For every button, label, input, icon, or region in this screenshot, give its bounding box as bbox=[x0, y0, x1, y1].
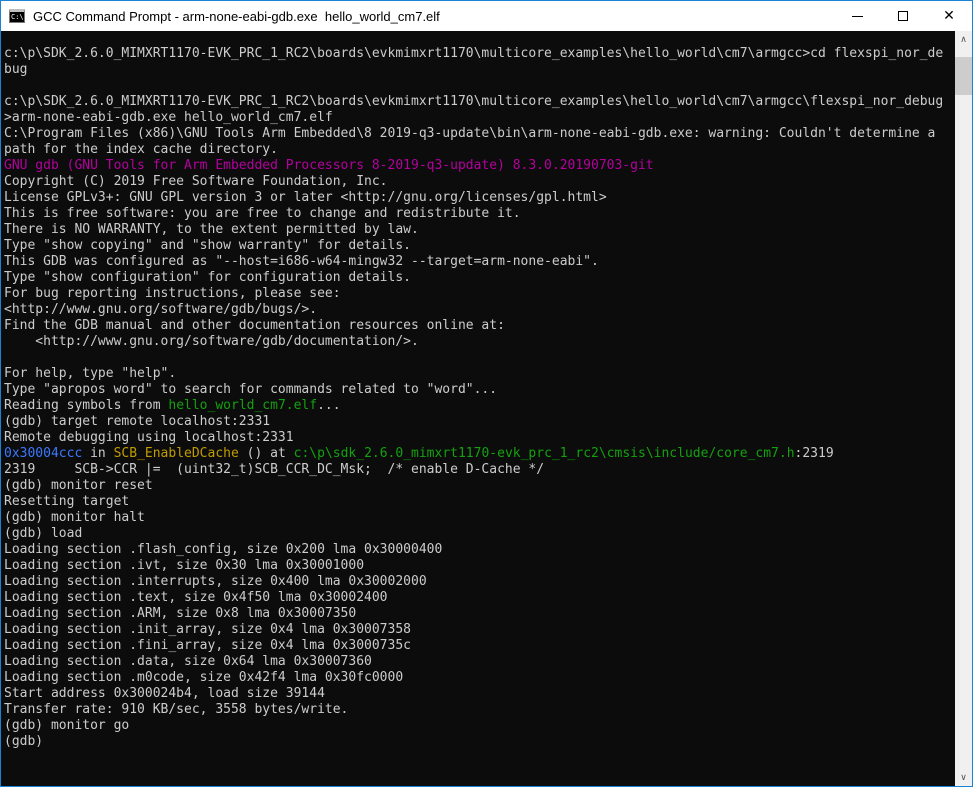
console-line: bug bbox=[4, 62, 955, 78]
console-line: Loading section .text, size 0x4f50 lma 0… bbox=[4, 590, 955, 606]
terminal-window: C:\ GCC Command Prompt - arm-none-eabi-g… bbox=[0, 0, 973, 787]
console-line: path for the index cache directory. bbox=[4, 142, 955, 158]
scroll-down-icon[interactable]: ∨ bbox=[955, 769, 972, 786]
console-line: Loading section .m0code, size 0x42f4 lma… bbox=[4, 670, 955, 686]
console-line: Transfer rate: 910 KB/sec, 3558 bytes/wr… bbox=[4, 702, 955, 718]
window-title: GCC Command Prompt - arm-none-eabi-gdb.e… bbox=[33, 9, 440, 24]
console-line: Type "show configuration" for configurat… bbox=[4, 270, 955, 286]
console-line: C:\Program Files (x86)\GNU Tools Arm Emb… bbox=[4, 126, 955, 142]
console-line: (gdb) monitor reset bbox=[4, 478, 955, 494]
minimize-icon bbox=[852, 16, 863, 17]
console-line: <http://www.gnu.org/software/gdb/bugs/>. bbox=[4, 302, 955, 318]
console-line: This GDB was configured as "--host=i686-… bbox=[4, 254, 955, 270]
console-line: Loading section .interrupts, size 0x400 … bbox=[4, 574, 955, 590]
console-line: 0x30004ccc in SCB_EnableDCache () at c:\… bbox=[4, 446, 955, 462]
console-line: License GPLv3+: GNU GPL version 3 or lat… bbox=[4, 190, 955, 206]
console-line: (gdb) target remote localhost:2331 bbox=[4, 414, 955, 430]
console-line: Loading section .ARM, size 0x8 lma 0x300… bbox=[4, 606, 955, 622]
console-line: c:\p\SDK_2.6.0_MIMXRT1170-EVK_PRC_1_RC2\… bbox=[4, 94, 955, 110]
console-line: <http://www.gnu.org/software/gdb/documen… bbox=[4, 334, 955, 350]
cmd-prompt-icon: C:\ bbox=[9, 9, 25, 23]
console-line: GNU gdb (GNU Tools for Arm Embedded Proc… bbox=[4, 158, 955, 174]
console-line: Loading section .ivt, size 0x30 lma 0x30… bbox=[4, 558, 955, 574]
console-line: (gdb) load bbox=[4, 526, 955, 542]
vertical-scrollbar[interactable]: ∧ ∨ bbox=[955, 31, 972, 786]
console-line: Loading section .fini_array, size 0x4 lm… bbox=[4, 638, 955, 654]
console-line: Resetting target bbox=[4, 494, 955, 510]
window-controls: ✕ bbox=[834, 1, 972, 31]
console-line: There is NO WARRANTY, to the extent perm… bbox=[4, 222, 955, 238]
maximize-button[interactable] bbox=[880, 1, 926, 31]
maximize-icon bbox=[898, 11, 908, 21]
console-line: Remote debugging using localhost:2331 bbox=[4, 430, 955, 446]
console-line: Copyright (C) 2019 Free Software Foundat… bbox=[4, 174, 955, 190]
console-line: >arm-none-eabi-gdb.exe hello_world_cm7.e… bbox=[4, 110, 955, 126]
scroll-up-icon[interactable]: ∧ bbox=[955, 31, 972, 48]
minimize-button[interactable] bbox=[834, 1, 880, 31]
console-line bbox=[4, 350, 955, 366]
console-line: This is free software: you are free to c… bbox=[4, 206, 955, 222]
console-line: Start address 0x300024b4, load size 3914… bbox=[4, 686, 955, 702]
console-line: Loading section .data, size 0x64 lma 0x3… bbox=[4, 654, 955, 670]
console-line: (gdb) monitor halt bbox=[4, 510, 955, 526]
console-line: For help, type "help". bbox=[4, 366, 955, 382]
scrollbar-thumb[interactable] bbox=[955, 57, 972, 95]
console-line bbox=[4, 78, 955, 94]
console-line: Type "apropos word" to search for comman… bbox=[4, 382, 955, 398]
console-line: Reading symbols from hello_world_cm7.elf… bbox=[4, 398, 955, 414]
console-line: (gdb) monitor go bbox=[4, 718, 955, 734]
console-line: (gdb) bbox=[4, 734, 955, 750]
titlebar[interactable]: C:\ GCC Command Prompt - arm-none-eabi-g… bbox=[1, 1, 972, 31]
console-line: For bug reporting instructions, please s… bbox=[4, 286, 955, 302]
console-line: c:\p\SDK_2.6.0_MIMXRT1170-EVK_PRC_1_RC2\… bbox=[4, 46, 955, 62]
console-line: Loading section .init_array, size 0x4 lm… bbox=[4, 622, 955, 638]
console-line: Find the GDB manual and other documentat… bbox=[4, 318, 955, 334]
console-line: 2319 SCB->CCR |= (uint32_t)SCB_CCR_DC_Ms… bbox=[4, 462, 955, 478]
console-output[interactable]: c:\p\SDK_2.6.0_MIMXRT1170-EVK_PRC_1_RC2\… bbox=[1, 31, 955, 786]
close-button[interactable]: ✕ bbox=[926, 1, 972, 31]
console-line: Type "show copying" and "show warranty" … bbox=[4, 238, 955, 254]
console-line: Loading section .flash_config, size 0x20… bbox=[4, 542, 955, 558]
close-icon: ✕ bbox=[943, 9, 955, 23]
